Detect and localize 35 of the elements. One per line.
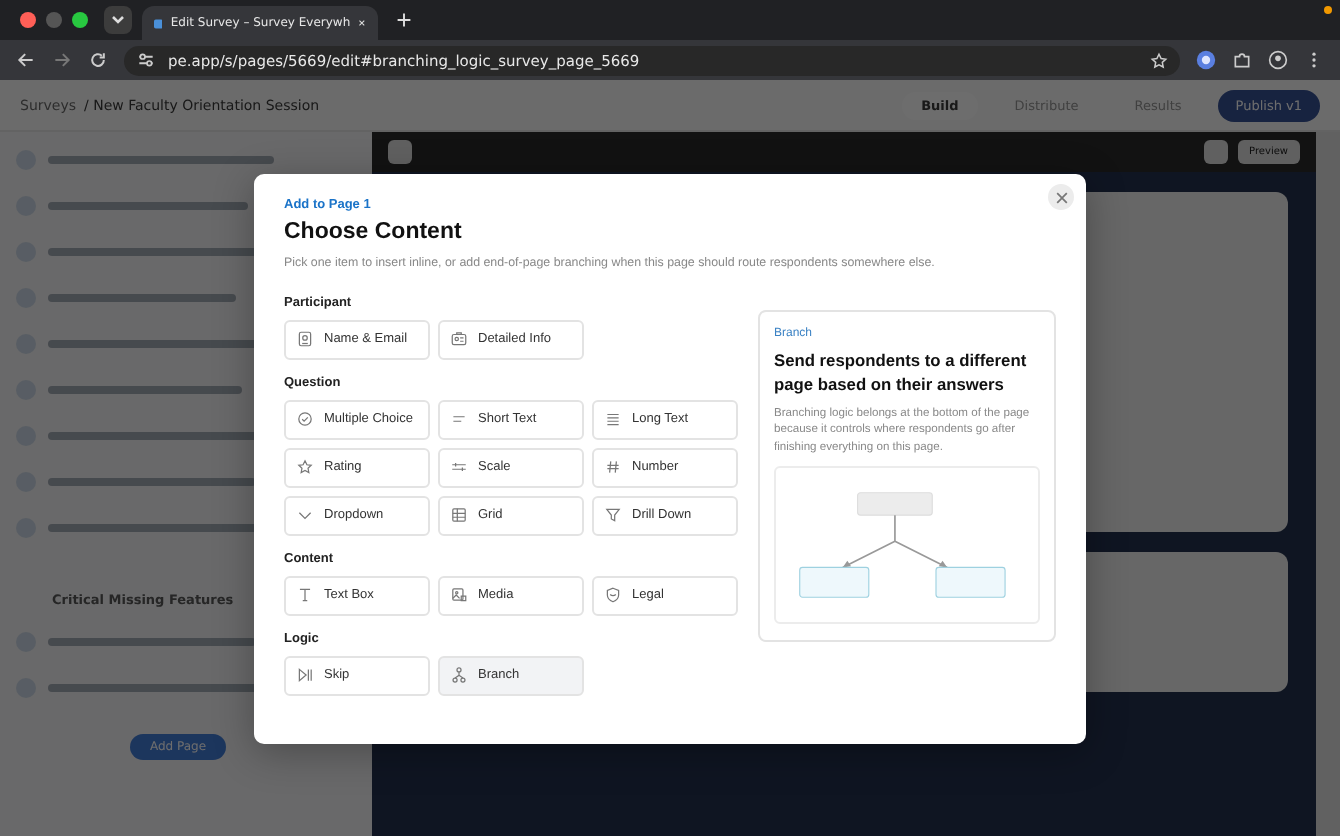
close-icon xyxy=(1053,189,1069,205)
id-badge-icon xyxy=(296,330,314,348)
funnel-icon xyxy=(604,506,622,524)
scrollbar[interactable] xyxy=(1316,132,1340,836)
favicon-icon xyxy=(154,15,163,31)
check-circle-icon xyxy=(296,410,314,428)
puzzle-icon[interactable] xyxy=(1232,50,1252,70)
branch-icon xyxy=(450,666,468,684)
id-card-icon xyxy=(450,330,468,348)
extension-badge-icon[interactable] xyxy=(1196,50,1216,70)
notification-dot-icon xyxy=(1324,6,1332,14)
chevron-down-icon[interactable] xyxy=(104,6,132,34)
panel-title: Send respondents to a different page based on their answers xyxy=(774,347,1029,395)
profile-icon[interactable] xyxy=(1268,50,1288,70)
text-icon xyxy=(296,586,314,604)
close-window-icon[interactable] xyxy=(20,12,36,28)
close-icon[interactable] xyxy=(358,16,366,30)
bookmark-star-icon[interactable] xyxy=(1150,51,1168,69)
reload-icon[interactable] xyxy=(88,50,108,70)
close-button[interactable] xyxy=(1048,184,1074,210)
maximize-window-icon[interactable] xyxy=(72,12,88,28)
image-icon xyxy=(450,586,468,604)
dialog-title: Choose Content xyxy=(284,220,464,244)
shield-icon xyxy=(604,586,622,604)
star-icon xyxy=(296,458,314,476)
skip-icon xyxy=(296,666,314,684)
new-tab-icon[interactable] xyxy=(396,12,412,28)
site-settings-icon[interactable] xyxy=(136,50,156,70)
short-lines-icon xyxy=(450,410,468,428)
scale-icon xyxy=(450,458,468,476)
long-lines-icon xyxy=(604,410,622,428)
forward-arrow-icon[interactable] xyxy=(52,50,72,70)
hash-icon xyxy=(604,458,622,476)
grid-icon xyxy=(450,506,468,524)
back-arrow-icon[interactable] xyxy=(16,50,36,70)
